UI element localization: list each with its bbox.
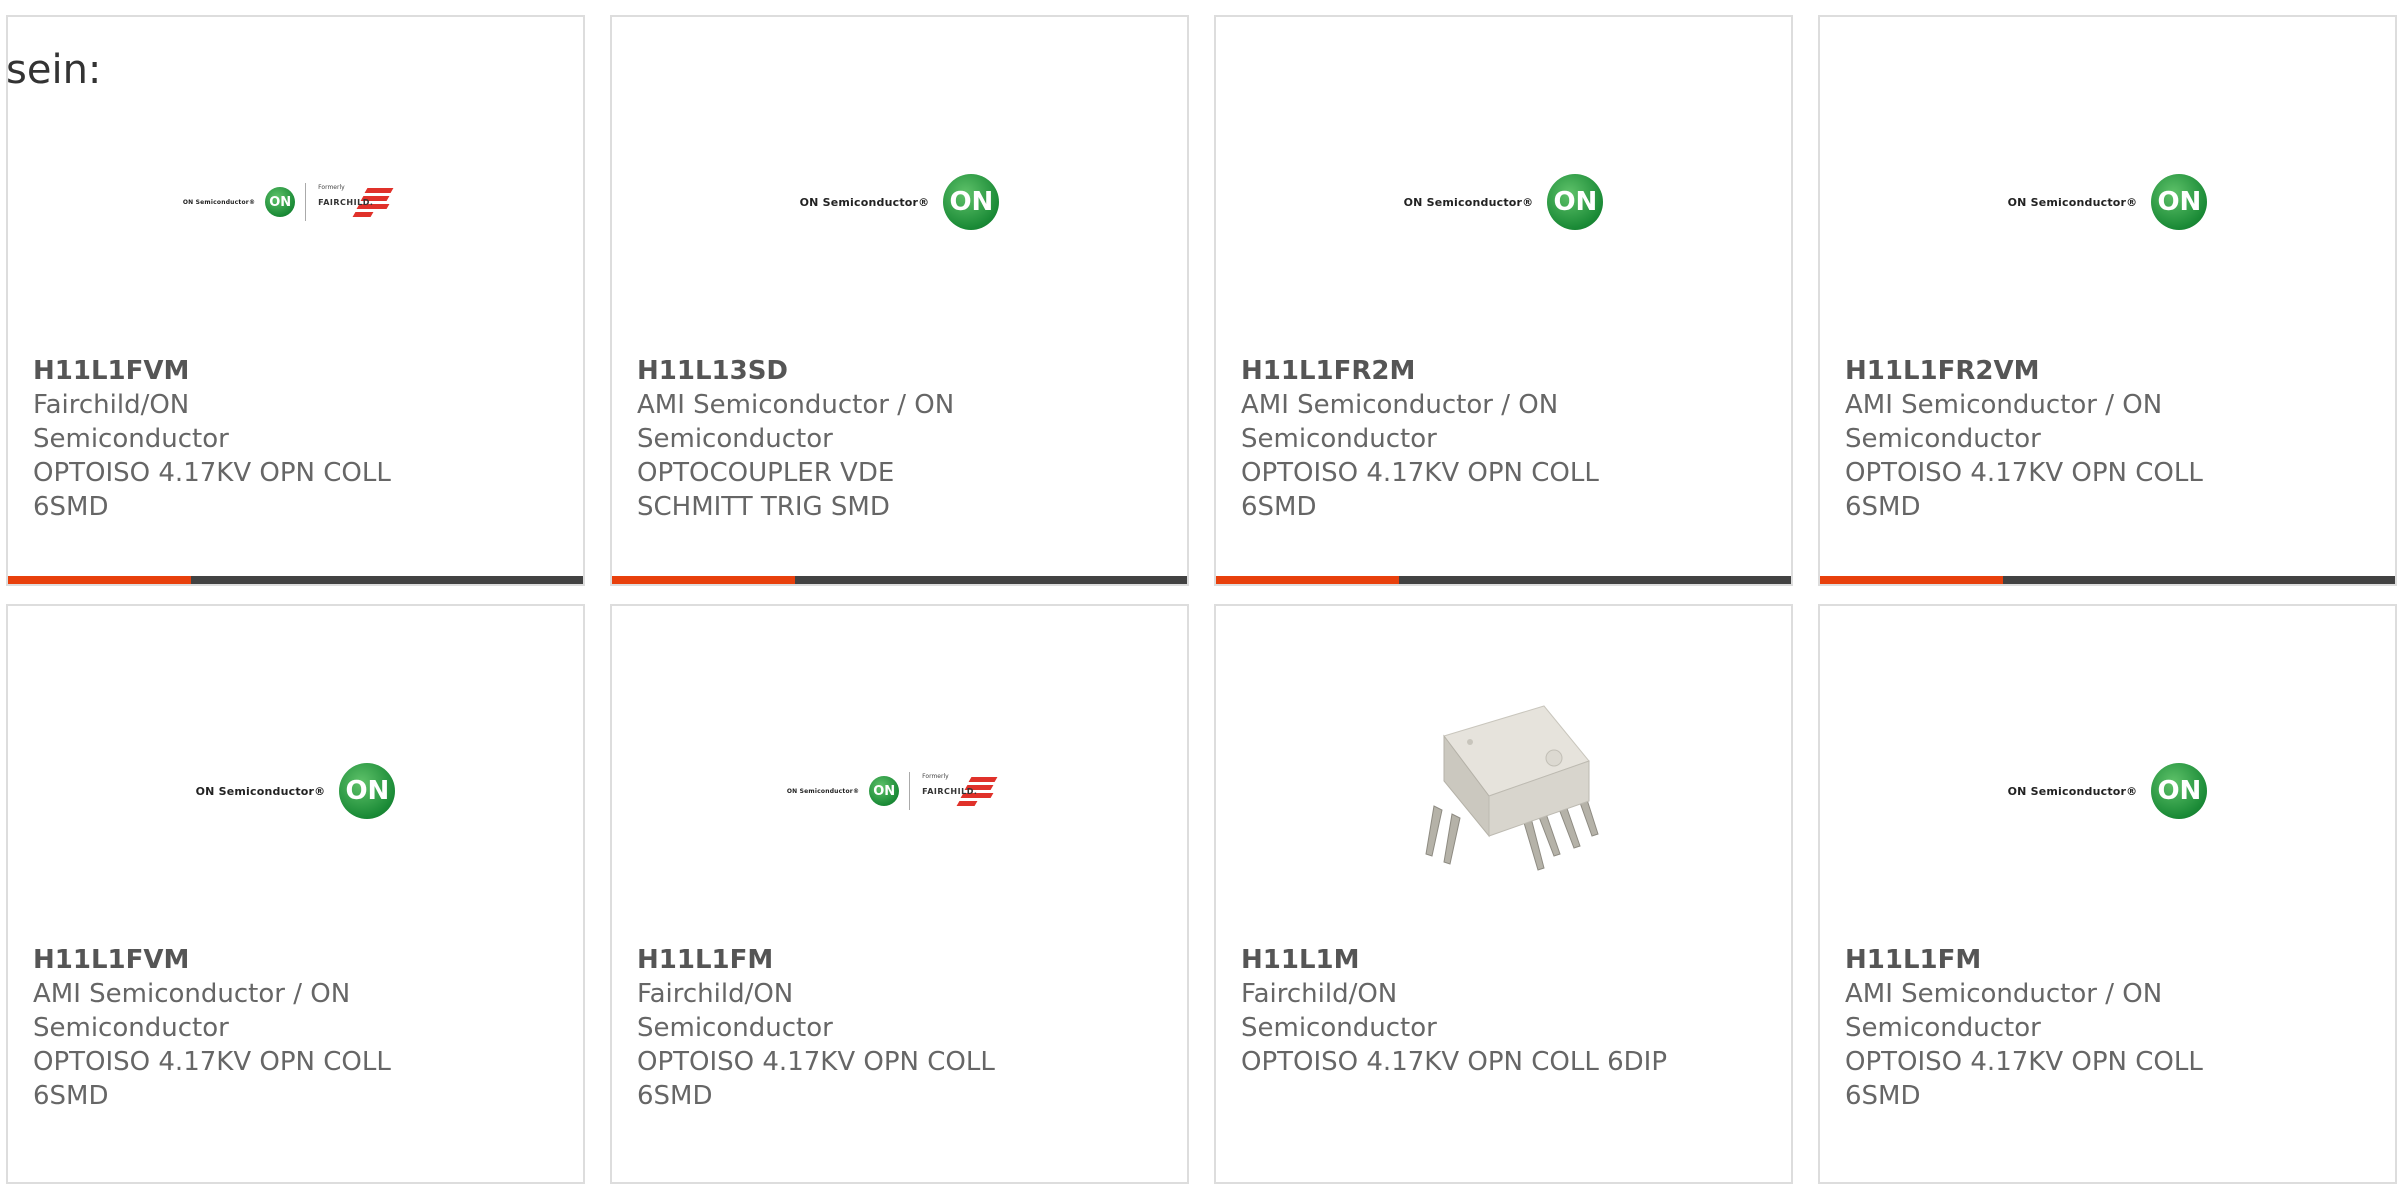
product-image[interactable]: ON Semiconductor® ON (612, 62, 1187, 342)
fairchild-on-logo: ON Semiconductor® ON Formerly FAIRCHILD. (183, 182, 408, 222)
manufacturer: AMI Semiconductor / ON Semiconductor (1241, 390, 1559, 454)
on-semiconductor-logo: ON Semiconductor® ON (1404, 174, 1604, 230)
product-card[interactable]: ON Semiconductor® ON H11L1FR2VM AMI Semi… (1818, 15, 2397, 586)
card-accent-bar (8, 576, 583, 584)
description: OPTOISO 4.17KV OPN COLL 6SMD (637, 1047, 995, 1111)
manufacturer: AMI Semiconductor / ON Semiconductor (1845, 390, 2163, 454)
product-image[interactable]: ON Semiconductor® ON Formerly FAIRCHILD. (612, 651, 1187, 931)
part-number[interactable]: H11L1FVM (33, 943, 558, 977)
manufacturer: Fairchild/ON Semiconductor (1241, 979, 1437, 1043)
product-card[interactable]: ON Semiconductor® ON H11L1FVM AMI Semico… (6, 604, 585, 1184)
on-semiconductor-logo: ON Semiconductor® ON (196, 763, 396, 819)
card-accent-bar (1216, 576, 1791, 584)
dip-chip-photo (1424, 705, 1599, 871)
product-image[interactable] (1216, 651, 1791, 931)
product-card[interactable]: ON Semiconductor® ON H11L1FM AMI Semicon… (1818, 604, 2397, 1184)
product-card[interactable]: H11L1M Fairchild/ON Semiconductor OPTOIS… (1214, 604, 1793, 1184)
product-card[interactable]: ON Semiconductor® ON Formerly FAIRCHILD.… (6, 15, 585, 586)
description: OPTOCOUPLER VDE SCHMITT TRIG SMD (637, 458, 895, 522)
on-semiconductor-logo: ON Semiconductor® ON (2008, 763, 2208, 819)
on-semiconductor-logo: ON Semiconductor® ON (2008, 174, 2208, 230)
manufacturer: Fairchild/ON Semiconductor (637, 979, 833, 1043)
manufacturer: Fairchild/ON Semiconductor (33, 390, 229, 454)
product-image[interactable]: ON Semiconductor® ON Formerly FAIRCHILD. (8, 62, 583, 342)
part-number[interactable]: H11L1M (1241, 943, 1766, 977)
manufacturer: AMI Semiconductor / ON Semiconductor (33, 979, 351, 1043)
product-image[interactable]: ON Semiconductor® ON (1820, 62, 2395, 342)
part-number[interactable]: H11L1FVM (33, 354, 558, 388)
product-card[interactable]: ON Semiconductor® ON H11L1FR2M AMI Semic… (1214, 15, 1793, 586)
fairchild-on-logo: ON Semiconductor® ON Formerly FAIRCHILD. (787, 771, 1012, 811)
part-number[interactable]: H11L1FM (1845, 943, 2370, 977)
description: OPTOISO 4.17KV OPN COLL 6SMD (1241, 458, 1599, 522)
manufacturer: AMI Semiconductor / ON Semiconductor (1845, 979, 2163, 1043)
intro-text: sein: (6, 47, 102, 93)
product-card[interactable]: ON Semiconductor® ON Formerly FAIRCHILD.… (610, 604, 1189, 1184)
product-image[interactable]: ON Semiconductor® ON (1216, 62, 1791, 342)
part-number[interactable]: H11L1FM (637, 943, 1162, 977)
description: OPTOISO 4.17KV OPN COLL 6SMD (1845, 458, 2203, 522)
card-accent-bar (1820, 576, 2395, 584)
description: OPTOISO 4.17KV OPN COLL 6DIP (1241, 1047, 1668, 1077)
card-accent-bar (612, 576, 1187, 584)
description: OPTOISO 4.17KV OPN COLL 6SMD (1845, 1047, 2203, 1111)
description: OPTOISO 4.17KV OPN COLL 6SMD (33, 458, 391, 522)
product-image[interactable]: ON Semiconductor® ON (1820, 651, 2395, 931)
on-semiconductor-logo: ON Semiconductor® ON (800, 174, 1000, 230)
product-card[interactable]: ON Semiconductor® ON H11L13SD AMI Semico… (610, 15, 1189, 586)
part-number[interactable]: H11L1FR2VM (1845, 354, 2370, 388)
part-number[interactable]: H11L13SD (637, 354, 1162, 388)
manufacturer: AMI Semiconductor / ON Semiconductor (637, 390, 955, 454)
product-image[interactable]: ON Semiconductor® ON (8, 651, 583, 931)
part-number[interactable]: H11L1FR2M (1241, 354, 1766, 388)
description: OPTOISO 4.17KV OPN COLL 6SMD (33, 1047, 391, 1111)
